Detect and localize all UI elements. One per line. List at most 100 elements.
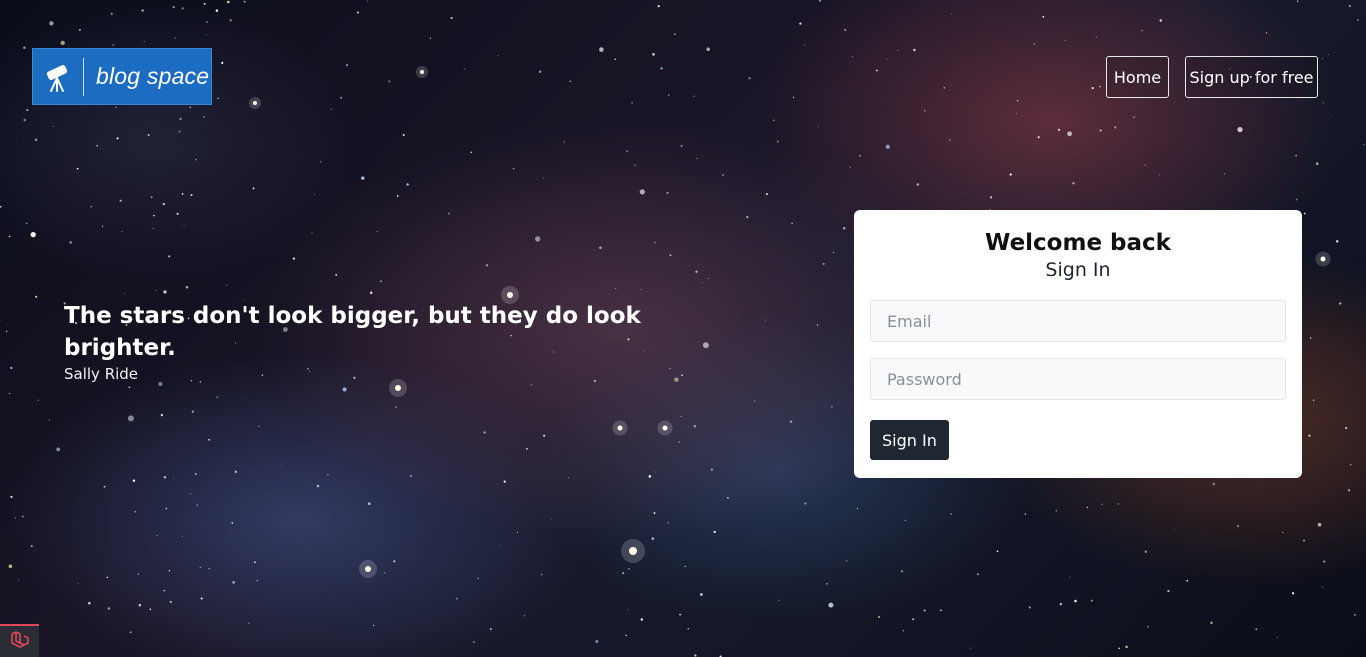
star (10, 495, 13, 498)
star (1141, 30, 1143, 32)
star (913, 48, 916, 52)
star (655, 471, 656, 473)
star (316, 484, 320, 488)
star (599, 246, 602, 250)
star (429, 37, 431, 39)
star (208, 567, 210, 570)
star (1042, 15, 1045, 18)
star (844, 29, 847, 31)
sign-in-button[interactable]: Sign In (870, 420, 949, 460)
star (816, 324, 819, 326)
star (281, 465, 282, 466)
star (196, 504, 198, 506)
star (1069, 576, 1071, 578)
nav-signup-link[interactable]: Sign up for free (1185, 56, 1318, 98)
star (943, 86, 946, 89)
star (849, 166, 851, 168)
star (512, 167, 515, 170)
star (1357, 19, 1359, 21)
star (680, 415, 682, 417)
star (52, 126, 54, 128)
star (205, 34, 207, 36)
star (622, 572, 625, 574)
star (923, 609, 926, 612)
logo-divider (83, 57, 84, 96)
star (110, 12, 113, 15)
star (699, 593, 703, 596)
star (1158, 174, 1160, 176)
star (132, 479, 136, 482)
star (76, 167, 79, 170)
star (8, 564, 13, 569)
star (799, 22, 802, 25)
nav-home-link[interactable]: Home (1106, 56, 1169, 98)
star (1237, 525, 1239, 527)
star (627, 609, 629, 611)
star (950, 13, 952, 15)
star (206, 21, 208, 23)
quote-author: Sally Ride (64, 365, 139, 383)
star (15, 517, 16, 519)
email-input[interactable] (870, 300, 1286, 342)
password-input[interactable] (870, 358, 1286, 400)
star (669, 367, 671, 370)
quote-text: The stars don't look bigger, but they do… (64, 303, 641, 361)
star (525, 447, 528, 450)
star (828, 602, 834, 608)
star (162, 202, 166, 206)
star (1144, 164, 1146, 166)
bright-star (365, 566, 371, 572)
bright-star (253, 101, 257, 105)
star (1059, 602, 1062, 606)
star (746, 216, 749, 219)
star (234, 470, 238, 474)
star (680, 144, 683, 147)
star (26, 108, 29, 112)
star (35, 295, 38, 298)
star (121, 231, 123, 233)
star (722, 174, 724, 176)
star (367, 0, 369, 2)
star (693, 424, 697, 428)
star (1327, 54, 1329, 55)
star (141, 9, 144, 12)
star (1147, 625, 1149, 628)
bright-star (1320, 256, 1326, 262)
star (1315, 162, 1319, 165)
star (137, 573, 140, 575)
star (232, 581, 235, 584)
star (10, 366, 13, 370)
login-title: Welcome back (985, 230, 1171, 256)
star (1297, 0, 1299, 2)
debugbar-toggle[interactable] (0, 624, 39, 657)
star (147, 134, 150, 136)
star (897, 49, 899, 51)
star (356, 11, 359, 14)
star (1363, 143, 1365, 146)
star (1095, 36, 1097, 38)
star (181, 7, 184, 10)
star (173, 478, 175, 480)
logo-text: blog space (96, 63, 210, 89)
star (134, 511, 137, 513)
telescope-icon (33, 48, 83, 105)
star (631, 102, 633, 104)
star (1099, 85, 1101, 88)
star (523, 614, 526, 617)
star (243, 0, 246, 3)
star (543, 434, 546, 437)
star (996, 550, 999, 553)
star (1276, 636, 1278, 638)
star (9, 392, 11, 395)
star (1330, 116, 1332, 118)
star (1291, 592, 1295, 595)
star (8, 235, 11, 238)
star (900, 570, 904, 573)
star (129, 631, 132, 634)
site-logo[interactable]: blog space (32, 48, 212, 105)
star (1086, 506, 1088, 509)
star (248, 622, 250, 624)
star (1091, 86, 1094, 90)
star (702, 282, 704, 284)
star (1348, 4, 1351, 8)
